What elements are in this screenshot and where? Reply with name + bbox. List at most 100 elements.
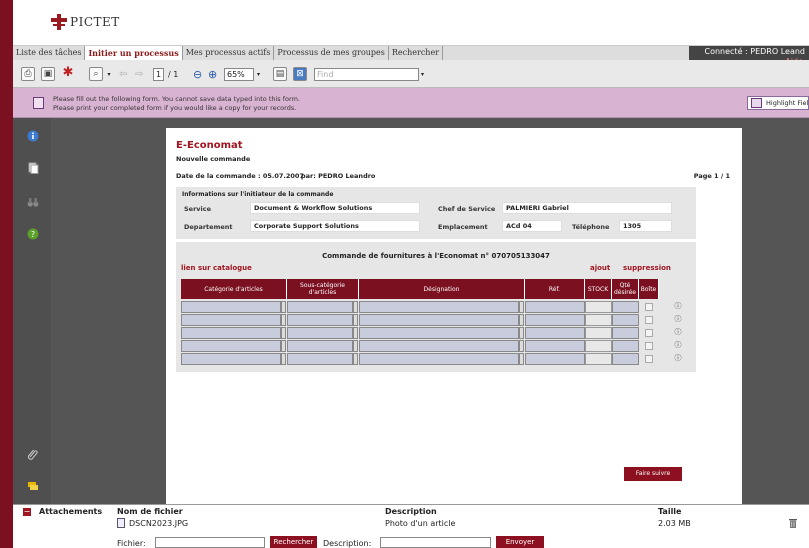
- binoculars-icon[interactable]: [27, 196, 39, 208]
- table-cell[interactable]: [287, 340, 353, 352]
- dropdown-arrow-icon[interactable]: [281, 327, 286, 339]
- box-checkbox[interactable]: [645, 342, 653, 350]
- table-cell[interactable]: [181, 340, 281, 352]
- table-cell[interactable]: [612, 353, 639, 365]
- box-checkbox[interactable]: [645, 329, 653, 337]
- dropdown-arrow-icon[interactable]: [519, 314, 524, 326]
- table-cell[interactable]: [525, 301, 585, 313]
- table-cell[interactable]: [359, 353, 519, 365]
- table-cell[interactable]: [585, 353, 612, 365]
- search-doc-button[interactable]: ⌕: [89, 67, 103, 81]
- page-number-input[interactable]: 1: [153, 67, 165, 81]
- table-cell[interactable]: [612, 314, 639, 326]
- table-cell[interactable]: [525, 353, 585, 365]
- info-icon[interactable]: [27, 130, 39, 142]
- table-cell[interactable]: [359, 327, 519, 339]
- table-cell[interactable]: [181, 327, 281, 339]
- dropdown-arrow-icon[interactable]: [281, 314, 286, 326]
- remove-row-link[interactable]: suppression: [623, 264, 671, 272]
- dropdown-arrow-icon[interactable]: [519, 301, 524, 313]
- next-page-icon[interactable]: ⇨: [135, 67, 143, 81]
- zoom-select[interactable]: 65%: [224, 67, 254, 81]
- table-cell[interactable]: [181, 314, 281, 326]
- table-cell[interactable]: [287, 353, 353, 365]
- browse-button[interactable]: Rechercher: [270, 536, 317, 548]
- collapse-icon[interactable]: −: [23, 508, 31, 516]
- table-cell[interactable]: [359, 301, 519, 313]
- help-icon[interactable]: ?: [27, 228, 39, 240]
- attachment-file-name[interactable]: DSCN2023.JPG: [129, 519, 188, 528]
- table-cell[interactable]: [359, 314, 519, 326]
- row-info-icon[interactable]: ⓘ: [674, 342, 682, 350]
- tab-initiate-process[interactable]: Initier un processus: [85, 46, 183, 60]
- highlight-fields-button[interactable]: Highlight Fields: [747, 96, 809, 110]
- prev-page-icon[interactable]: ⇦: [119, 67, 127, 81]
- dept-field[interactable]: Corporate Support Solutions: [250, 220, 420, 232]
- dropdown-arrow-icon[interactable]: [353, 314, 358, 326]
- dropdown-arrow-icon[interactable]: [281, 353, 286, 365]
- submit-button[interactable]: Faire suivre: [624, 467, 682, 481]
- table-cell[interactable]: [585, 301, 612, 313]
- dropdown-arrow-icon[interactable]: [519, 340, 524, 352]
- save-button[interactable]: ▣: [41, 67, 55, 81]
- zoom-out-icon[interactable]: ⊖: [193, 67, 202, 81]
- find-input[interactable]: Find: [314, 67, 419, 81]
- dropdown-arrow-icon[interactable]: [519, 353, 524, 365]
- row-info-icon[interactable]: ⓘ: [674, 303, 682, 311]
- chef-field[interactable]: PALMIERI Gabriel: [502, 202, 672, 214]
- table-cell[interactable]: [287, 327, 353, 339]
- table-cell[interactable]: [612, 301, 639, 313]
- send-button[interactable]: Envoyer: [496, 536, 544, 548]
- row-info-icon[interactable]: ⓘ: [674, 355, 682, 363]
- table-cell[interactable]: [181, 301, 281, 313]
- table-cell[interactable]: [181, 353, 281, 365]
- table-cell[interactable]: [359, 340, 519, 352]
- box-checkbox[interactable]: [645, 316, 653, 324]
- telephone-field[interactable]: 1305: [619, 220, 672, 232]
- box-checkbox[interactable]: [645, 303, 653, 311]
- emplacement-field[interactable]: ACd 04: [502, 220, 562, 232]
- zoom-dropdown-icon[interactable]: ▾: [257, 67, 260, 81]
- table-cell[interactable]: [287, 301, 353, 313]
- tab-my-processes[interactable]: Mes processus actifs: [183, 46, 275, 60]
- tab-task-list[interactable]: Liste des tâches: [13, 46, 86, 60]
- dropdown-arrow-icon[interactable]: [281, 301, 286, 313]
- paperclip-icon[interactable]: [27, 448, 39, 460]
- row-info-icon[interactable]: ⓘ: [674, 316, 682, 324]
- table-cell[interactable]: [525, 340, 585, 352]
- dropdown-arrow-icon[interactable]: [353, 301, 358, 313]
- table-cell[interactable]: [585, 327, 612, 339]
- catalogue-link[interactable]: lien sur catalogue: [181, 264, 252, 272]
- tab-group-processes[interactable]: Processus de mes groupes: [274, 46, 389, 60]
- collaborate-button[interactable]: ✱: [61, 66, 75, 81]
- table-cell[interactable]: [612, 340, 639, 352]
- table-cell[interactable]: [287, 314, 353, 326]
- tab-search[interactable]: Rechercher: [389, 46, 444, 60]
- dropdown-arrow-icon[interactable]: [353, 340, 358, 352]
- service-field[interactable]: Document & Workflow Solutions: [250, 202, 420, 214]
- table-cell[interactable]: [612, 327, 639, 339]
- page-view-icon[interactable]: ▤: [273, 67, 287, 81]
- trash-icon[interactable]: [789, 518, 797, 528]
- find-dropdown-icon[interactable]: ▾: [421, 67, 424, 81]
- pages-icon[interactable]: [27, 162, 39, 174]
- order-date: Date de la commande : 05.07.2007: [176, 172, 304, 180]
- description-input[interactable]: [380, 537, 491, 548]
- dropdown-arrow-icon[interactable]: ▾: [106, 67, 112, 81]
- dropdown-arrow-icon[interactable]: [353, 327, 358, 339]
- add-row-link[interactable]: ajout: [590, 264, 610, 272]
- table-cell[interactable]: [585, 314, 612, 326]
- file-input[interactable]: [155, 537, 265, 548]
- zoom-in-icon[interactable]: ⊕: [208, 67, 217, 81]
- dropdown-arrow-icon[interactable]: [519, 327, 524, 339]
- table-cell[interactable]: [585, 340, 612, 352]
- comment-icon[interactable]: [27, 480, 39, 492]
- table-cell[interactable]: [525, 327, 585, 339]
- fit-width-icon[interactable]: ⊠: [293, 67, 307, 81]
- dropdown-arrow-icon[interactable]: [281, 340, 286, 352]
- row-info-icon[interactable]: ⓘ: [674, 329, 682, 337]
- print-button[interactable]: ⎙: [21, 67, 35, 81]
- box-checkbox[interactable]: [645, 355, 653, 363]
- table-cell[interactable]: [525, 314, 585, 326]
- dropdown-arrow-icon[interactable]: [353, 353, 358, 365]
